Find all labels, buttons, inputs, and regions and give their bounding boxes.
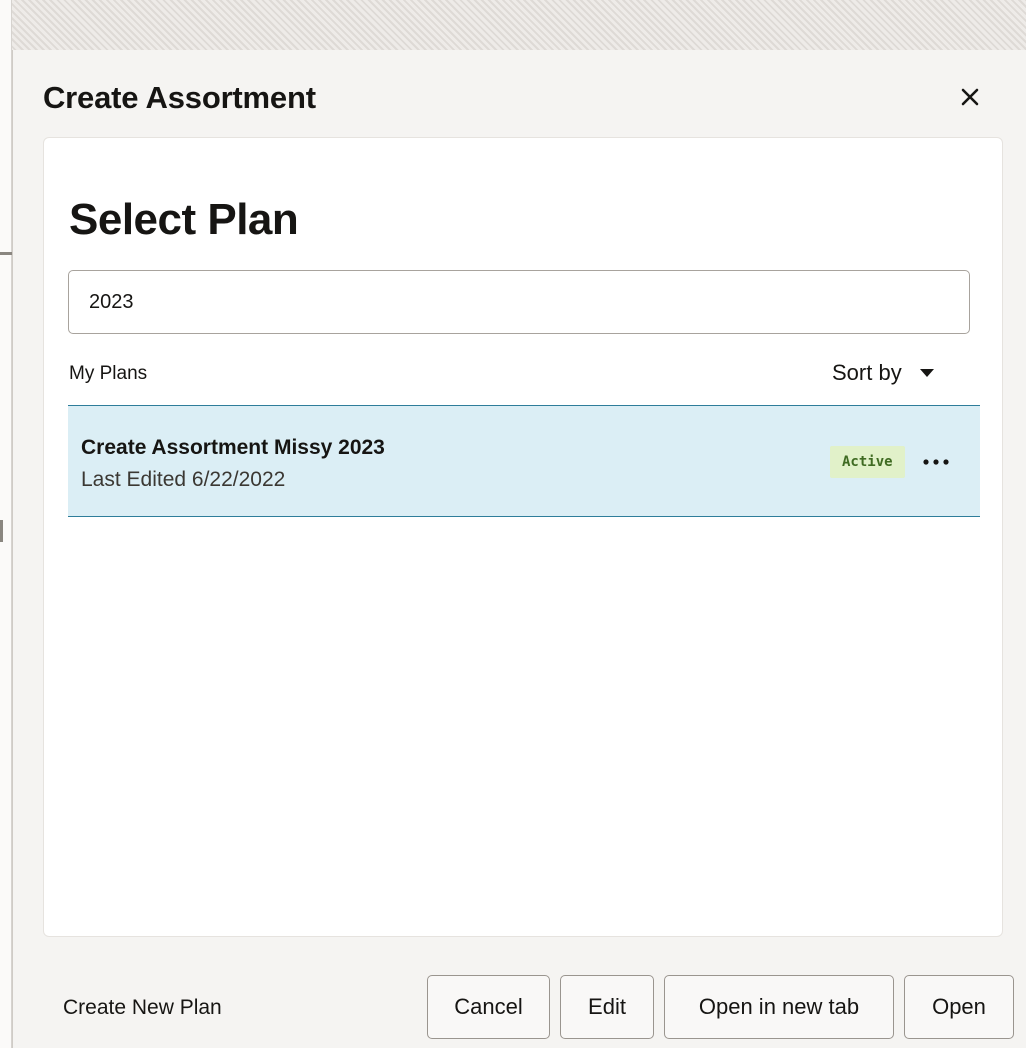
more-options-button[interactable] <box>918 446 954 478</box>
more-options-icon <box>923 459 949 465</box>
panel-heading: Select Plan <box>69 195 299 244</box>
open-in-new-tab-button[interactable]: Open in new tab <box>664 975 894 1039</box>
plan-title: Create Assortment Missy 2023 <box>81 436 385 459</box>
background-mark <box>0 520 3 542</box>
background-mark <box>0 252 12 255</box>
open-button[interactable]: Open <box>904 975 1014 1039</box>
sort-by-label: Sort by <box>832 360 902 385</box>
plan-search-input[interactable] <box>68 270 970 334</box>
list-header: My Plans <box>69 363 148 384</box>
plan-list-item[interactable]: Create Assortment Missy 2023 Last Edited… <box>68 405 980 517</box>
create-assortment-dialog: Create Assortment Select Plan My Plans S… <box>12 50 1026 1048</box>
dialog-title: Create Assortment <box>43 80 316 115</box>
plan-last-edited: Last Edited 6/22/2022 <box>81 468 286 491</box>
sort-by-dropdown[interactable]: Sort by <box>832 359 934 387</box>
caret-down-icon <box>919 368 934 377</box>
background-pattern <box>0 0 1026 50</box>
edit-button[interactable]: Edit <box>560 975 654 1039</box>
close-button[interactable] <box>955 82 985 112</box>
select-plan-panel: Select Plan My Plans Sort by Create Asso… <box>43 137 1003 937</box>
close-icon <box>961 88 979 106</box>
cancel-button[interactable]: Cancel <box>427 975 550 1039</box>
status-badge: Active <box>830 446 905 478</box>
create-new-plan-link[interactable]: Create New Plan <box>63 996 222 1020</box>
